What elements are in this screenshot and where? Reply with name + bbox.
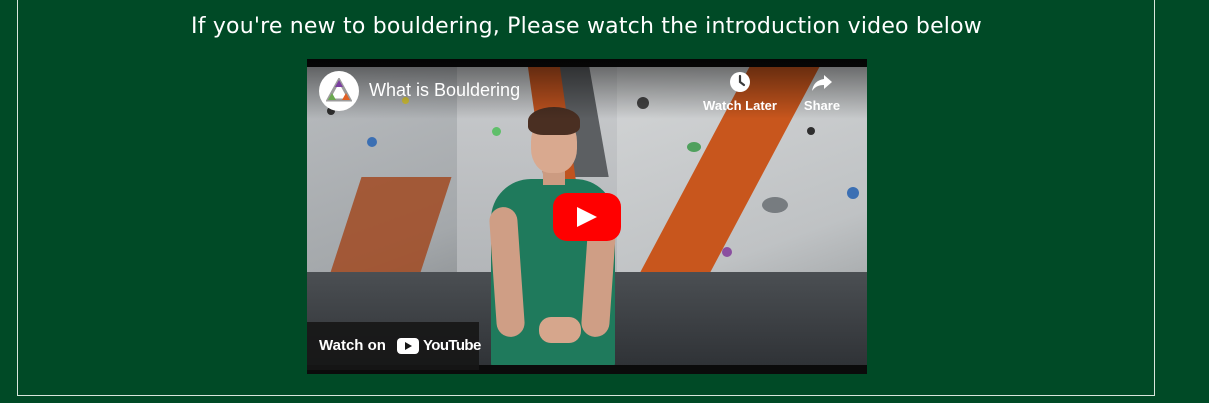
channel-avatar-icon[interactable] xyxy=(319,71,359,111)
share-button[interactable]: Share xyxy=(797,71,847,113)
page: If you're new to bouldering, Please watc… xyxy=(0,0,1209,403)
climbing-hold xyxy=(807,127,815,135)
watch-later-label: Watch Later xyxy=(703,98,777,113)
climbing-hold xyxy=(847,187,859,199)
climbing-hold xyxy=(687,142,701,152)
share-label: Share xyxy=(803,98,841,113)
play-button[interactable] xyxy=(553,193,621,241)
intro-heading: If you're new to bouldering, Please watc… xyxy=(191,14,982,39)
youtube-embed[interactable]: What is Bouldering Watch Later Share Wat… xyxy=(307,59,867,374)
video-title[interactable]: What is Bouldering xyxy=(369,80,520,101)
climbing-hold xyxy=(762,197,788,213)
climbing-hold xyxy=(367,137,377,147)
watch-on-label: Watch on xyxy=(319,337,386,354)
play-icon xyxy=(577,207,597,227)
youtube-wordmark: YouTube xyxy=(423,337,481,354)
youtube-logo-icon xyxy=(397,338,419,354)
share-arrow-icon xyxy=(812,75,832,91)
climbing-hold xyxy=(492,127,501,136)
clock-icon xyxy=(730,72,750,92)
thumbnail-person xyxy=(539,317,581,343)
climbing-hold xyxy=(722,247,732,257)
watch-later-button[interactable]: Watch Later xyxy=(700,71,780,113)
watch-on-youtube-button[interactable]: Watch on YouTube xyxy=(307,322,481,370)
